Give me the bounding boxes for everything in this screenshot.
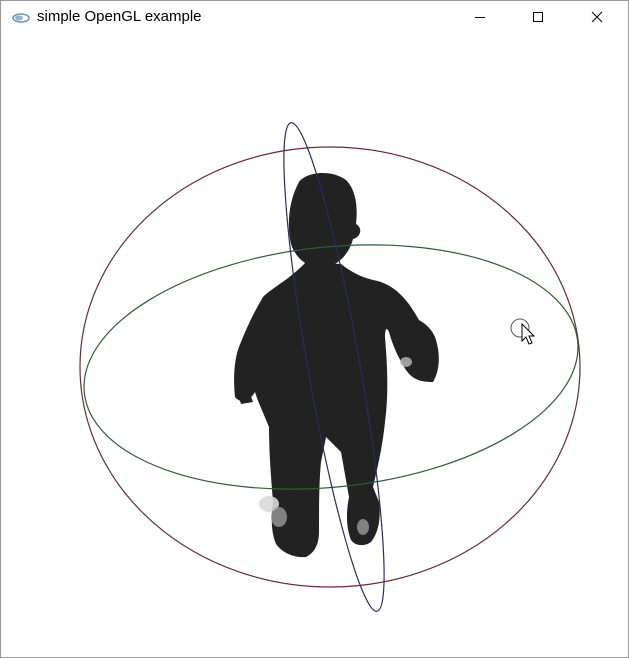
maximize-button[interactable] (509, 1, 567, 32)
minimize-icon (474, 11, 486, 23)
opengl-app-icon (12, 11, 30, 23)
mouse-pointer-icon (510, 318, 536, 345)
close-button[interactable] (568, 1, 626, 32)
window-title: simple OpenGL example (37, 8, 202, 25)
app-window: simple OpenGL example (0, 0, 629, 658)
close-icon (591, 11, 603, 23)
minimize-button[interactable] (451, 1, 509, 32)
maximize-icon (532, 11, 544, 23)
title-bar[interactable]: simple OpenGL example (1, 1, 628, 32)
opengl-viewport[interactable] (1, 32, 628, 657)
